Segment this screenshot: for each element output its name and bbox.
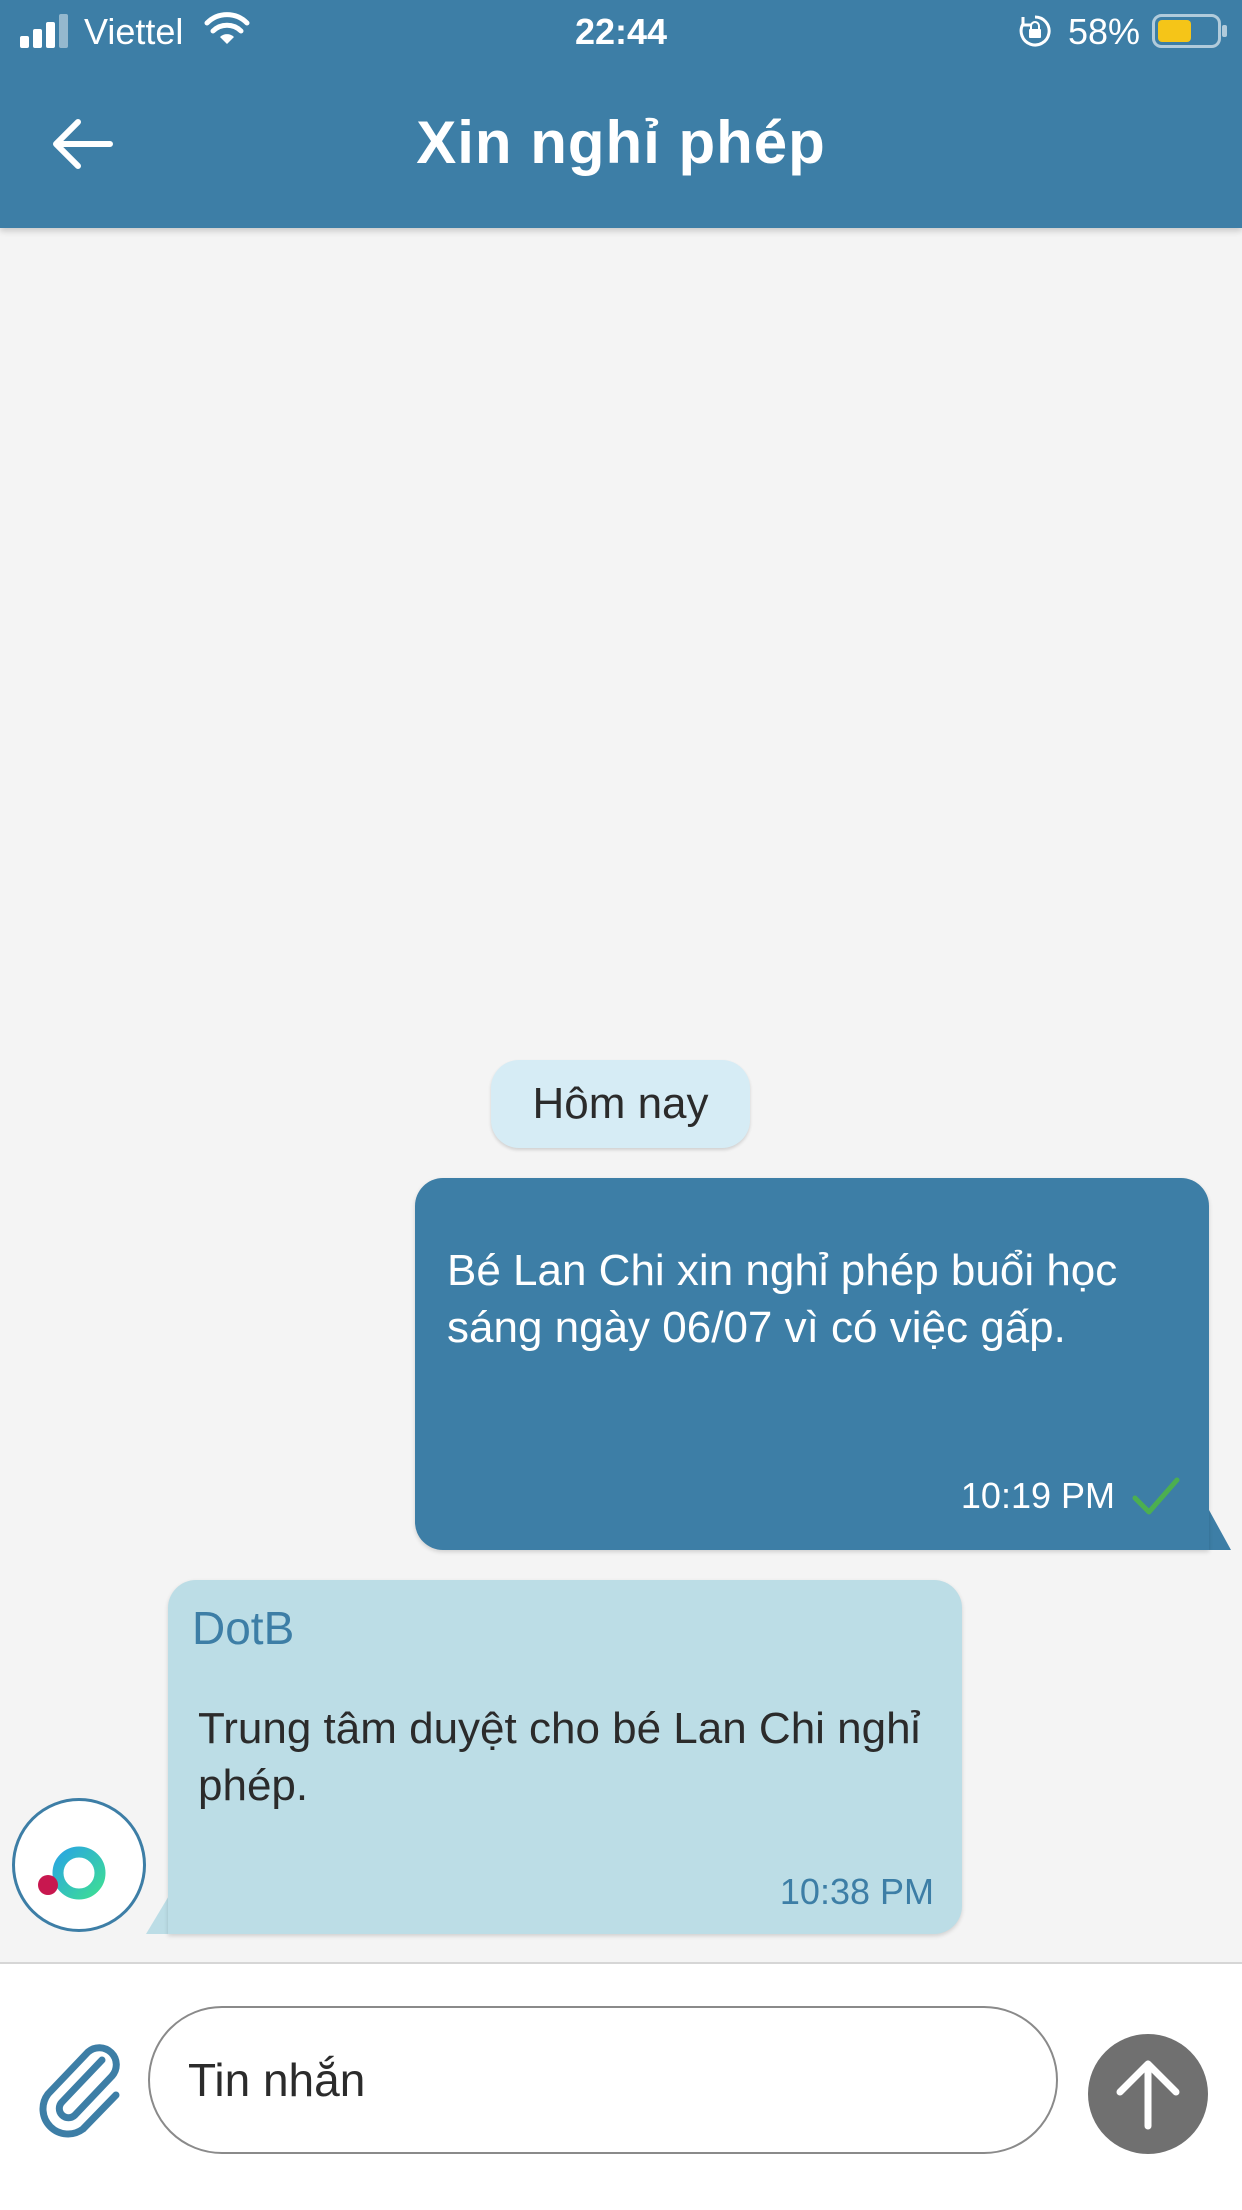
battery-icon (1152, 14, 1227, 48)
message-composer (0, 1962, 1242, 2210)
status-time: 22:44 (574, 11, 668, 52)
check-icon (1132, 1477, 1180, 1515)
incoming-bubble-tail (146, 1894, 170, 1934)
battery-percent: 58% (1068, 11, 1141, 52)
send-button[interactable] (1088, 2034, 1208, 2154)
avatar[interactable] (12, 1798, 146, 1932)
outgoing-message[interactable]: Bé Lan Chi xin nghỉ phép buổi học sáng n… (415, 1178, 1209, 1550)
dotb-logo-icon (38, 1813, 106, 1900)
page-title: Xin nghỉ phép (416, 109, 826, 176)
message-input[interactable] (148, 2006, 1058, 2154)
incoming-message[interactable]: DotB Trung tâm duyệt cho bé Lan Chi nghỉ… (168, 1580, 962, 1934)
rotation-lock-icon (1019, 15, 1051, 47)
paperclip-icon[interactable] (28, 2038, 128, 2138)
outgoing-bubble-tail (1209, 1510, 1231, 1550)
sender-name: DotB (192, 1602, 295, 1654)
message-text: Trung tâm duyệt cho bé Lan Chi nghỉ phép… (198, 1704, 921, 1810)
message-time: 10:38 PM (779, 1871, 934, 1912)
date-separator: Hôm nay (491, 1060, 750, 1148)
message-text: Bé Lan Chi xin nghỉ phép buổi học sáng n… (447, 1246, 1118, 1352)
arrow-up-icon (1116, 2060, 1180, 2130)
app-header: Viettel 22:44 58% Xin nghỉ phép (0, 0, 1242, 228)
message-time: 10:19 PM (960, 1475, 1115, 1516)
